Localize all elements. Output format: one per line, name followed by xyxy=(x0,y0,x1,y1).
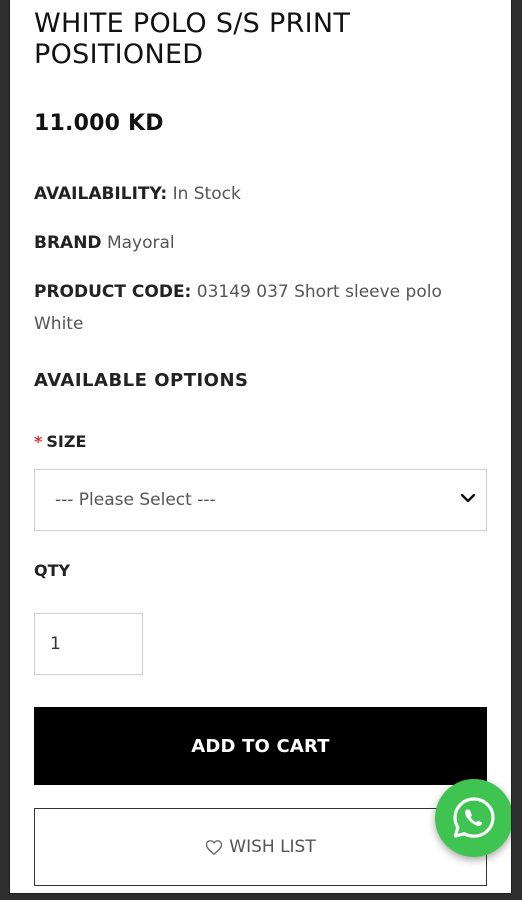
whatsapp-icon xyxy=(453,797,495,838)
product-title: WHITE POLO S/S PRINT POSITIONED xyxy=(34,8,489,70)
availability-label: AVAILABILITY: xyxy=(34,184,168,204)
wish-list-label: WISH LIST xyxy=(229,837,316,857)
add-to-cart-label: ADD TO CART xyxy=(191,735,330,757)
qty-label: QTY xyxy=(34,561,71,580)
wish-list-button[interactable]: WISH LIST xyxy=(34,808,487,886)
brand-line: BRAND Mayoral xyxy=(34,227,484,259)
available-options-heading: AVAILABLE OPTIONS xyxy=(34,370,249,391)
brand-label: BRAND xyxy=(34,233,102,253)
product-code-line: PRODUCT CODE: 03149 037 Short sleeve pol… xyxy=(34,276,484,340)
required-mark: * xyxy=(34,432,43,451)
product-title-line2: POSITIONED xyxy=(34,39,204,70)
chevron-down-icon xyxy=(460,493,476,503)
availability-line: AVAILABILITY: In Stock xyxy=(34,178,484,210)
size-select-value: --- Please Select --- xyxy=(55,490,216,510)
add-to-cart-button[interactable]: ADD TO CART xyxy=(34,707,487,785)
product-code-value: 03149 037 Short sleeve polo xyxy=(196,282,442,302)
size-label: * SIZE xyxy=(34,432,86,451)
qty-value: 1 xyxy=(50,634,61,654)
size-select[interactable]: --- Please Select --- xyxy=(34,469,487,531)
availability-value: In Stock xyxy=(172,184,241,204)
product-code-value-cont: White xyxy=(34,314,84,334)
brand-value: Mayoral xyxy=(106,233,175,253)
whatsapp-chat-button[interactable] xyxy=(435,779,511,857)
heart-outline-icon xyxy=(206,839,223,855)
size-label-text: SIZE xyxy=(46,432,87,451)
product-title-line1: WHITE POLO S/S PRINT xyxy=(34,8,351,39)
qty-input[interactable]: 1 xyxy=(34,613,143,675)
product-code-label: PRODUCT CODE: xyxy=(34,282,192,302)
product-page: WHITE POLO S/S PRINT POSITIONED 11.000 K… xyxy=(9,0,512,894)
product-price: 11.000 KD xyxy=(34,111,164,136)
